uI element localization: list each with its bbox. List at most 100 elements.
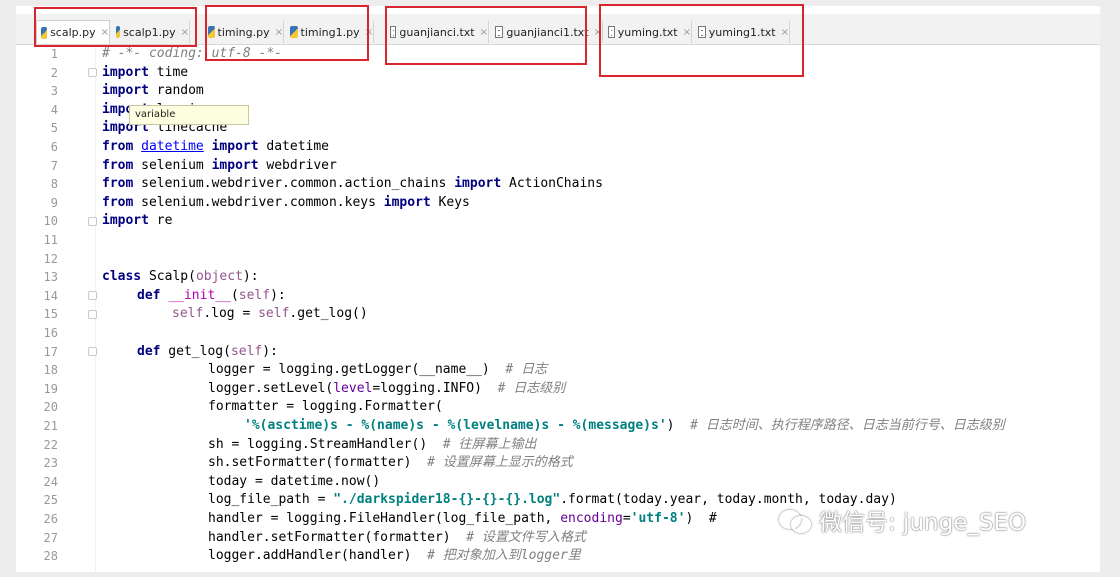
comment: # 设置文件写入格式 xyxy=(466,529,586,545)
comment: # 日志时间、执行程序路径、日志当前行号、日志级别 xyxy=(690,418,1005,433)
close-icon[interactable]: × xyxy=(480,27,488,38)
close-icon[interactable]: × xyxy=(365,27,373,38)
keyword: def xyxy=(137,287,161,303)
magic-method: __init__ xyxy=(168,287,231,303)
line-number: 19 xyxy=(43,381,58,396)
code-text: random xyxy=(148,83,204,99)
line-number: 8 xyxy=(50,177,58,192)
tab-label: timing1.py xyxy=(300,25,360,39)
tab-guanjianci-txt[interactable]: guanjianci.txt × xyxy=(386,21,489,43)
module-link[interactable]: datetime xyxy=(141,139,204,154)
text-file-icon xyxy=(608,26,615,38)
code-text: ): xyxy=(262,343,278,359)
line-number: 10 xyxy=(43,214,58,229)
code-line-19: logger.setLevel(level=logging.INFO) # 日志… xyxy=(208,380,565,399)
self-keyword: self xyxy=(230,343,263,359)
tab-timing-py[interactable]: timing.py × xyxy=(204,21,284,43)
tab-label: scalp1.py xyxy=(123,25,176,39)
code-line-15: self.log = self.get_log() xyxy=(172,305,368,324)
code-line-27: handler.setFormatter(formatter) # 设置文件写入… xyxy=(208,529,586,548)
line-number: 15 xyxy=(43,307,58,322)
code-line-3: import random xyxy=(102,82,204,101)
tab-label: yuming1.txt xyxy=(708,25,776,39)
keyword: def xyxy=(137,343,161,359)
keyword-argument: level xyxy=(333,380,373,396)
text-file-icon xyxy=(698,26,706,38)
code-line-7: from selenium import webdriver xyxy=(102,157,337,176)
code-line-24: today = datetime.now() xyxy=(208,473,380,492)
fold-marker-icon[interactable] xyxy=(88,310,97,319)
comment: # 日志级别 xyxy=(497,380,566,396)
code-line-28: logger.addHandler(handler) # 把对象加入到logge… xyxy=(208,547,581,566)
tab-scalp1-py[interactable]: scalp1.py × xyxy=(112,21,190,43)
close-icon[interactable]: × xyxy=(181,27,189,38)
code-text: logger.addHandler(handler) xyxy=(208,548,428,564)
code-text: handler.setFormatter(formatter) xyxy=(208,529,467,545)
code-text: ): xyxy=(270,287,286,303)
watermark-text: 微信号: junge_SEO xyxy=(819,510,1027,536)
keyword: from xyxy=(102,194,134,210)
fold-marker-icon[interactable] xyxy=(88,217,97,226)
close-icon[interactable]: × xyxy=(101,27,109,38)
code-line-22: sh = logging.StreamHandler() # 往屏幕上输出 xyxy=(208,436,536,455)
keyword: from xyxy=(102,139,134,154)
close-icon[interactable]: × xyxy=(275,27,283,38)
code-line-26: handler = logging.FileHandler(log_file_p… xyxy=(208,510,717,529)
python-file-icon xyxy=(116,26,121,38)
tab-label: guanjianci.txt xyxy=(399,25,475,39)
code-line-18: logger = logging.getLogger(__name__) # 日… xyxy=(208,361,547,380)
line-number: 24 xyxy=(43,474,58,489)
keyword: import xyxy=(383,194,431,210)
tab-timing1-py[interactable]: timing1.py × xyxy=(286,21,374,43)
comment: # 把对象加入到logger里 xyxy=(427,548,581,564)
code-text: datetime xyxy=(258,139,330,154)
keyword: from xyxy=(102,157,134,173)
line-number: 23 xyxy=(43,456,58,471)
fold-marker-icon[interactable] xyxy=(88,347,97,356)
code-line-21: '%(asctime)s - %(name)s - %(levelname)s … xyxy=(244,417,1005,436)
line-number: 22 xyxy=(43,437,58,452)
comment: # 往屏幕上输出 xyxy=(442,436,537,452)
line-number: 27 xyxy=(43,530,58,545)
line-number-gutter: 1 2 3 4 5 6 7 8 9 10 11 12 13 14 15 16 1… xyxy=(16,45,97,572)
code-text: handler = logging.FileHandler(log_file_p… xyxy=(208,511,561,526)
builtin-name: object xyxy=(195,269,243,285)
code-line-23: sh.setFormatter(formatter) # 设置屏幕上显示的格式 xyxy=(208,454,573,473)
keyword: import xyxy=(211,139,259,154)
line-number: 26 xyxy=(43,512,58,526)
line-number: 18 xyxy=(43,363,58,378)
keyword: import xyxy=(102,64,149,80)
string-literal: '%(asctime)s - %(name)s - %(levelname)s … xyxy=(244,418,667,433)
code-editor[interactable]: # -*- coding: utf-8 -*- import time impo… xyxy=(102,45,1100,572)
code-text: formatter = logging.Formatter( xyxy=(208,399,443,415)
keyword: import xyxy=(454,176,502,192)
tab-guanjianci1-txt[interactable]: guanjianci1.txt × xyxy=(491,21,603,43)
tab-scalp-py[interactable]: scalp.py × xyxy=(36,20,110,44)
code-text: today = datetime.now() xyxy=(208,473,381,489)
code-text: selenium.webdriver.common.keys xyxy=(133,194,384,210)
close-icon[interactable]: × xyxy=(594,27,602,38)
line-number: 6 xyxy=(50,140,58,154)
code-line-1: # -*- coding: utf-8 -*- xyxy=(102,45,282,64)
tab-label: timing.py xyxy=(217,25,270,39)
tab-yuming1-txt[interactable]: yuming1.txt × xyxy=(694,21,790,43)
comment: # -*- coding: utf-8 -*- xyxy=(102,46,283,61)
fold-marker-icon[interactable] xyxy=(88,68,97,77)
text-file-icon xyxy=(390,26,397,38)
string-literal: "./darkspider18-{}-{}-{}.log" xyxy=(333,492,561,508)
code-text: logger = logging.getLogger(__name__) xyxy=(208,362,506,378)
code-text: =logging.INFO) xyxy=(372,380,498,396)
editor-window: scalp.py × scalp1.py × timing.py × timin… xyxy=(16,6,1100,572)
code-line-10: import re xyxy=(102,212,172,231)
line-number: 7 xyxy=(50,158,58,173)
self-keyword: self xyxy=(238,287,271,303)
line-number: 12 xyxy=(43,251,58,266)
fold-marker-icon[interactable] xyxy=(88,291,97,300)
code-text: webdriver xyxy=(258,157,337,173)
tab-yuming-txt[interactable]: yuming.txt × xyxy=(604,21,692,43)
comment: # 日志 xyxy=(505,362,548,378)
code-text: .get_log() xyxy=(289,306,368,322)
close-icon[interactable]: × xyxy=(781,27,789,38)
tab-label: yuming.txt xyxy=(617,25,678,39)
close-icon[interactable]: × xyxy=(683,27,691,38)
